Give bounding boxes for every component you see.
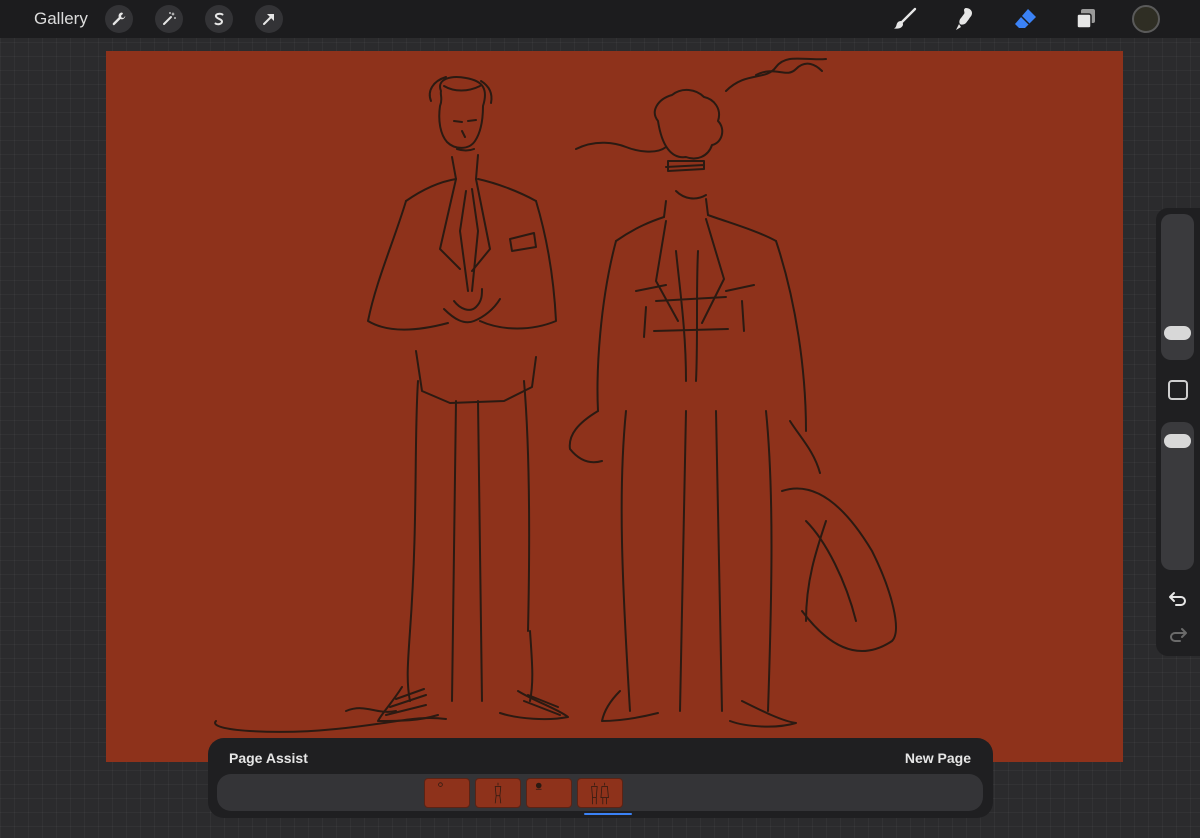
right-sidebar	[1156, 208, 1200, 656]
selection-button[interactable]	[205, 5, 233, 33]
brush-tool-button[interactable]	[891, 5, 919, 33]
smudge-icon	[956, 8, 972, 30]
eraser-icon	[1015, 9, 1036, 28]
drawing-canvas[interactable]	[106, 51, 1123, 762]
redo-button[interactable]	[1166, 622, 1190, 646]
gallery-button[interactable]: Gallery	[34, 9, 88, 29]
magic-wand-icon	[163, 12, 176, 25]
adjustments-button[interactable]	[155, 5, 183, 33]
page-thumbnail[interactable]	[424, 778, 470, 808]
page-assist-panel: Page Assist New Page	[208, 738, 993, 818]
wrench-icon	[112, 12, 126, 26]
actions-button[interactable]	[105, 5, 133, 33]
page-assist-title: Page Assist	[229, 750, 308, 766]
brush-icon	[894, 7, 917, 29]
new-page-button[interactable]: New Page	[905, 750, 971, 766]
selection-icon	[214, 12, 224, 26]
top-toolbar: Gallery	[0, 0, 1200, 38]
eraser-tool-button[interactable]	[1011, 5, 1039, 33]
page-thumbnail[interactable]	[526, 778, 572, 808]
page-thumbnail-strip	[217, 774, 983, 815]
redo-icon	[1170, 628, 1187, 642]
active-page-indicator	[584, 813, 632, 815]
color-picker-button[interactable]	[1132, 5, 1160, 33]
sketch-artwork	[106, 51, 1123, 762]
page-thumbnail[interactable]	[475, 778, 521, 808]
transform-arrow-icon	[263, 14, 274, 25]
undo-button[interactable]	[1166, 586, 1190, 610]
page-thumbnail-active[interactable]	[577, 778, 623, 808]
layers-button[interactable]	[1072, 5, 1100, 33]
transform-button[interactable]	[255, 5, 283, 33]
smudge-tool-button[interactable]	[951, 5, 979, 33]
brush-size-slider[interactable]	[1161, 214, 1194, 360]
opacity-thumb[interactable]	[1164, 434, 1191, 448]
layers-icon	[1076, 9, 1095, 29]
modify-button[interactable]	[1168, 380, 1188, 400]
brush-size-thumb[interactable]	[1164, 326, 1191, 340]
undo-icon	[1169, 592, 1186, 606]
opacity-slider[interactable]	[1161, 422, 1194, 570]
